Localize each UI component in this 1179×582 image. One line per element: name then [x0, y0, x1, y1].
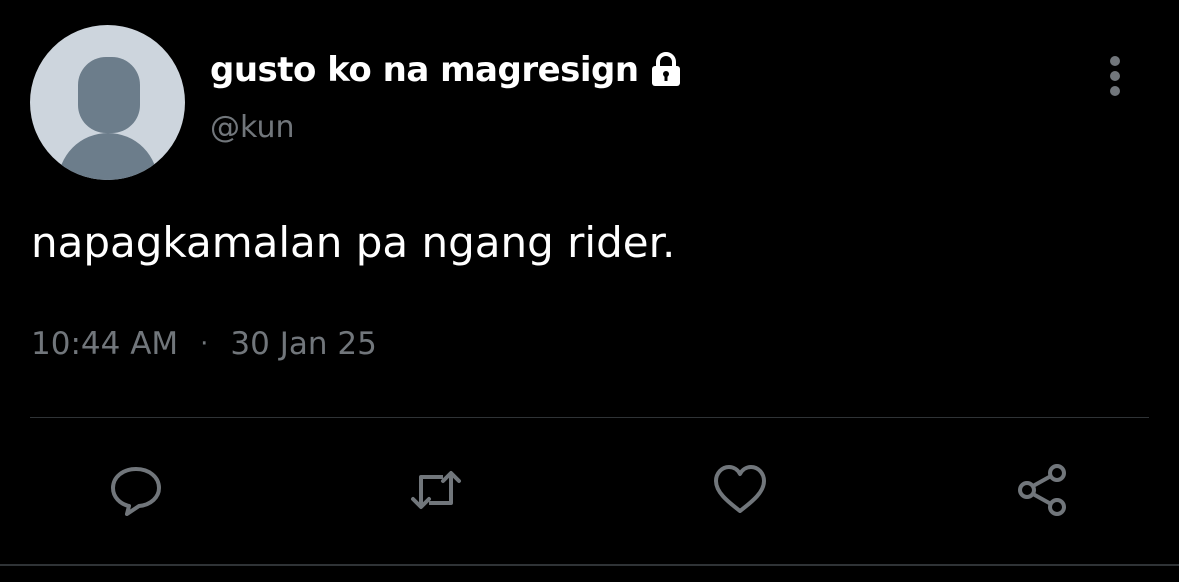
vertical-dots-icon: [1110, 56, 1120, 66]
avatar[interactable]: [30, 25, 185, 180]
reply-button[interactable]: [106, 460, 166, 520]
tweet-time[interactable]: 10:44 AM: [31, 326, 178, 362]
vertical-dots-icon: [1110, 86, 1120, 96]
display-name[interactable]: gusto ko na magresign: [210, 50, 639, 90]
bottom-divider: [0, 564, 1179, 566]
more-options-button[interactable]: [1098, 54, 1132, 98]
vertical-dots-icon: [1110, 71, 1120, 81]
tweet: gusto ko na magresign @kun napagkamalan …: [0, 0, 1179, 582]
divider: [30, 417, 1149, 418]
retweet-button[interactable]: [406, 460, 466, 520]
tweet-date[interactable]: 30 Jan 25: [230, 326, 376, 362]
reply-icon: [111, 467, 161, 516]
display-name-row: gusto ko na magresign: [210, 46, 683, 94]
share-button[interactable]: [1014, 460, 1074, 520]
like-button[interactable]: [710, 460, 770, 520]
tweet-meta: 10:44 AM · 30 Jan 25: [31, 326, 377, 362]
user-handle[interactable]: @kun: [210, 110, 294, 145]
avatar-shoulders: [58, 133, 158, 180]
tweet-text: napagkamalan pa ngang rider.: [31, 218, 676, 267]
share-icon: [1018, 464, 1066, 516]
retweet-icon: [411, 471, 461, 509]
meta-separator: ·: [200, 329, 209, 359]
lock-icon: [651, 52, 680, 86]
heart-icon: [714, 465, 766, 513]
avatar-head: [78, 57, 140, 133]
